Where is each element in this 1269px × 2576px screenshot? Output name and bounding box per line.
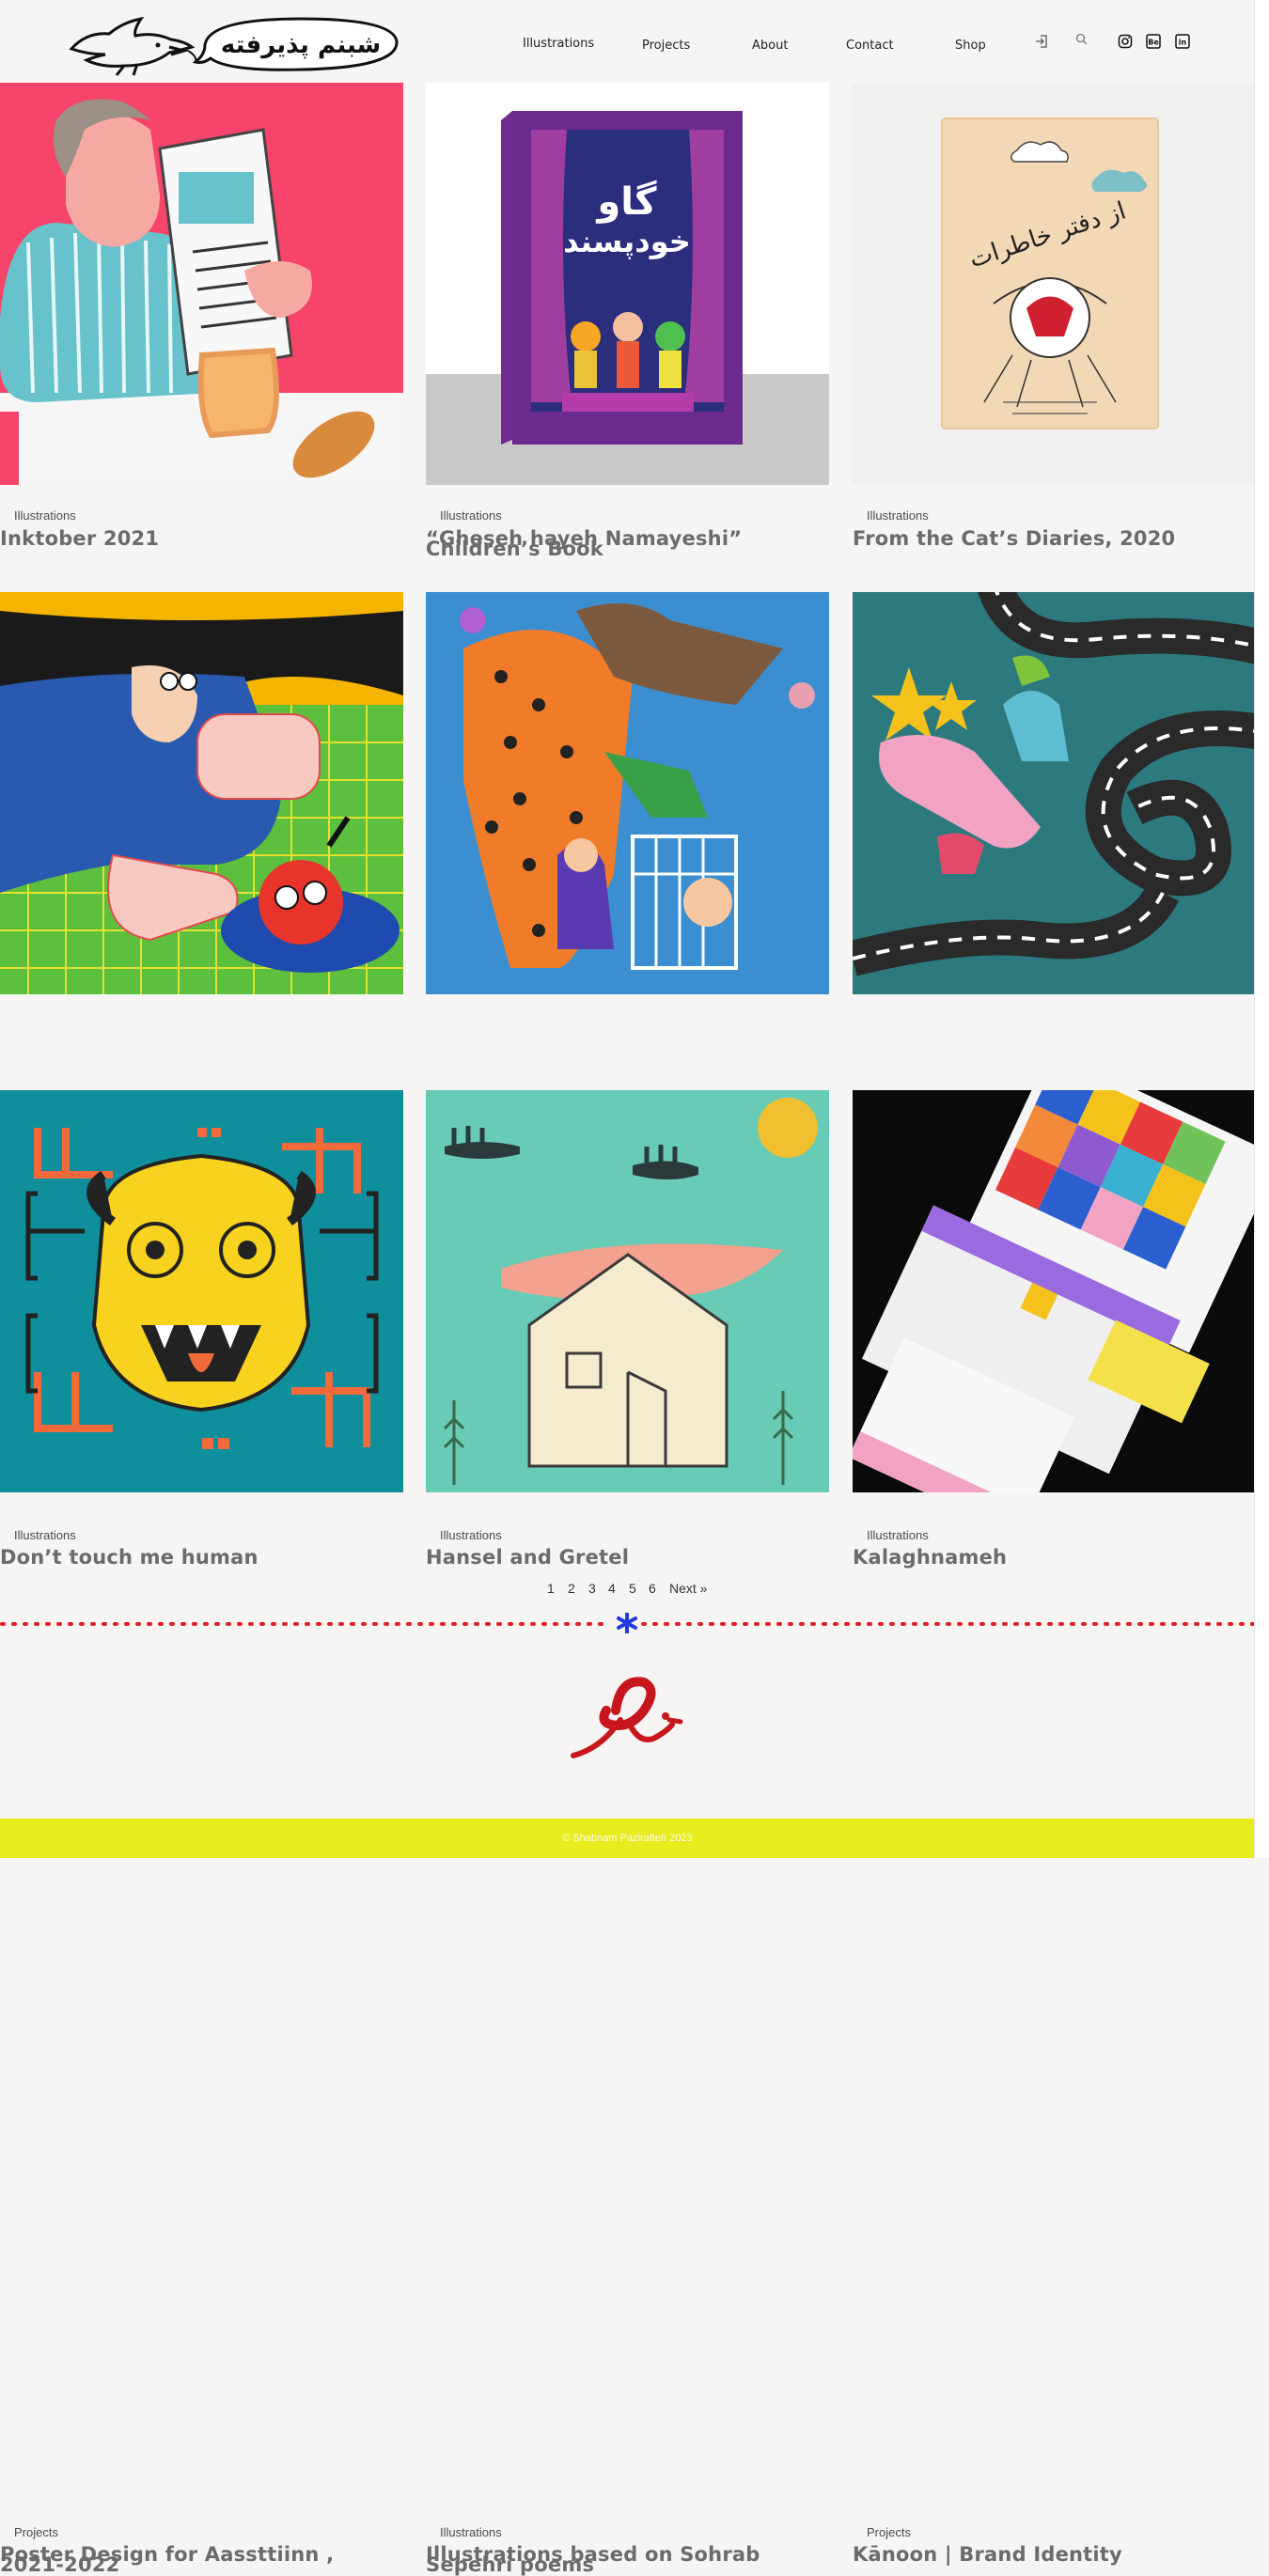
thumbnail-kanoon[interactable] — [853, 1090, 1256, 1492]
thumbnail-cats-diaries[interactable]: از دفتر خاطرات — [853, 83, 1256, 485]
page-5-link[interactable]: 5 — [629, 1581, 636, 1596]
svg-text:خودپسند: خودپسند — [563, 224, 691, 259]
thumbnail-kalaghnameh[interactable] — [853, 592, 1256, 994]
card-category[interactable]: Illustrations — [14, 508, 76, 523]
site-logo[interactable]: شبنم پذیرفته — [68, 13, 402, 77]
next-page-link[interactable]: Next » — [669, 1581, 707, 1596]
thumbnail-hansel[interactable] — [426, 592, 829, 994]
site-footer: © Shabnam Pazirafteh 2023 — [0, 1819, 1255, 1858]
svg-text:in: in — [1179, 39, 1187, 47]
card-title[interactable]: Don’t touch me human — [0, 1548, 403, 1568]
card-category[interactable]: Illustrations — [440, 508, 502, 523]
card-category[interactable]: Illustrations — [440, 2525, 502, 2539]
signature-logo — [571, 1677, 683, 1758]
thumbnail-poster-design[interactable] — [0, 1090, 403, 1492]
svg-text:Be: Be — [1148, 39, 1159, 47]
login-icon[interactable] — [1034, 34, 1049, 49]
card-title[interactable]: From the Cat’s Diaries, 2020 — [853, 529, 1256, 549]
page-6-link[interactable]: 6 — [649, 1581, 656, 1596]
page-3-link[interactable]: 3 — [588, 1581, 596, 1596]
thumbnail-dont-touch[interactable] — [0, 592, 403, 994]
nav-shop[interactable]: Shop — [955, 39, 986, 53]
card-category[interactable]: Projects — [14, 2525, 58, 2539]
nav-contact[interactable]: Contact — [846, 39, 894, 53]
svg-text:گاو: گاو — [595, 180, 657, 224]
nav-projects[interactable]: Projects — [642, 39, 690, 53]
card-title[interactable]: “Gheseh hayeh Namayeshi” Children’s Book — [426, 529, 829, 559]
instagram-icon[interactable] — [1118, 34, 1133, 49]
nav-about[interactable]: About — [752, 39, 788, 53]
site-header: شبنم پذیرفته Illustrations Projects Abou… — [0, 0, 1255, 83]
search-icon[interactable] — [1074, 32, 1089, 47]
page-2-link[interactable]: 2 — [568, 1581, 575, 1596]
logo-text: شبنم پذیرفته — [221, 31, 381, 59]
nav-illustrations[interactable]: Illustrations — [523, 37, 594, 51]
card-title[interactable]: Kalaghnameh — [853, 1548, 1256, 1568]
page-4-link[interactable]: 4 — [608, 1581, 616, 1596]
thumbnail-gheseh[interactable]: گاو خودپسند — [426, 83, 829, 485]
copyright-text: © Shabnam Pazirafteh 2023 — [562, 1833, 693, 1844]
card-title[interactable]: Hansel and Gretel — [426, 1548, 829, 1568]
thumbnail-sohrab[interactable] — [426, 1090, 829, 1492]
card-title[interactable]: Poster Design for Aassttiinn , 2021-2022 — [0, 2545, 403, 2575]
behance-icon[interactable]: Be — [1146, 34, 1161, 49]
card-title[interactable]: Illustrations based on Sohrab Sepehri po… — [426, 2545, 829, 2575]
card-title[interactable]: Kānoon | Brand Identity — [853, 2545, 1256, 2565]
thumbnail-inktober[interactable] — [0, 83, 403, 485]
page-1-link[interactable]: 1 — [547, 1581, 555, 1596]
card-title[interactable]: Inktober 2021 — [0, 529, 403, 549]
card-category[interactable]: Illustrations — [440, 1528, 502, 1542]
linkedin-icon[interactable]: in — [1175, 34, 1190, 49]
card-category[interactable]: Illustrations — [867, 508, 929, 523]
asterisk-icon — [617, 1613, 637, 1633]
card-category[interactable]: Illustrations — [14, 1528, 76, 1542]
card-category[interactable]: Projects — [867, 2525, 911, 2539]
page-scrollbar[interactable] — [1254, 0, 1269, 1858]
card-category[interactable]: Illustrations — [867, 1528, 929, 1542]
